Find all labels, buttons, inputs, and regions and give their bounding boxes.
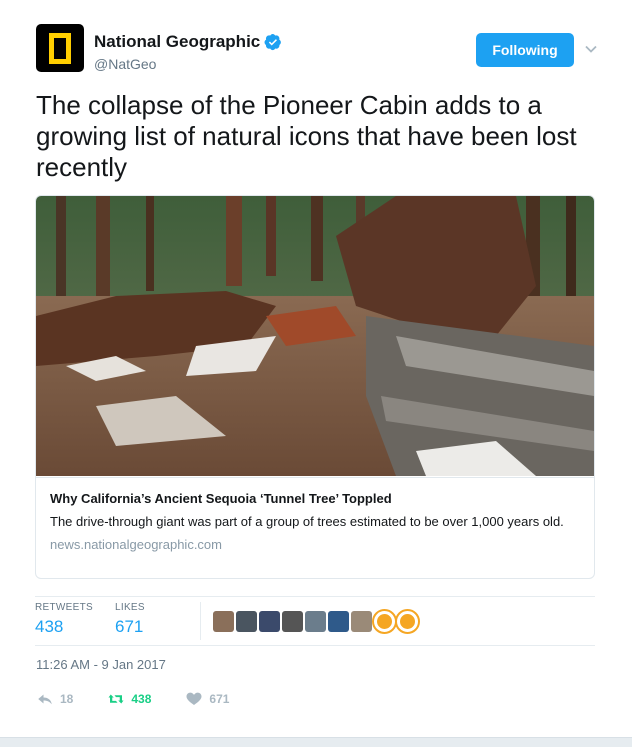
retweet-button[interactable]: 438: [107, 690, 151, 708]
author-name[interactable]: National Geographic: [94, 32, 260, 52]
reply-count: 18: [60, 692, 74, 706]
like-count: 671: [209, 692, 230, 706]
retweets-stat[interactable]: RETWEETS 438: [35, 602, 93, 637]
chevron-down-icon[interactable]: [584, 42, 598, 56]
divider: [35, 596, 595, 597]
retweets-value: 438: [35, 617, 64, 636]
tweet-actions: 18 438 671: [36, 688, 263, 710]
avatar[interactable]: [36, 24, 84, 72]
retweet-icon: [108, 694, 124, 704]
reply-icon: [38, 694, 52, 705]
divider: [35, 645, 595, 646]
liker-avatars: [200, 602, 420, 640]
like-button[interactable]: 671: [185, 690, 229, 708]
card-domain[interactable]: news.nationalgeographic.com: [50, 537, 580, 552]
tweet-stats: RETWEETS 438 LIKES 671: [35, 602, 595, 640]
verified-badge-icon: [264, 33, 282, 51]
liker-avatar[interactable]: [282, 610, 303, 632]
card-body[interactable]: Why California’s Ancient Sequoia ‘Tunnel…: [36, 477, 594, 578]
liker-avatar[interactable]: [305, 610, 326, 632]
heart-icon: [186, 692, 202, 705]
likes-value: 671: [115, 617, 144, 636]
liker-avatar[interactable]: [213, 610, 234, 632]
author-handle[interactable]: @NatGeo: [94, 56, 156, 72]
following-button[interactable]: Following: [476, 33, 574, 67]
likes-stat[interactable]: LIKES 671: [115, 602, 145, 637]
reply-button[interactable]: 18: [36, 690, 73, 708]
liker-avatar[interactable]: [395, 608, 420, 634]
retweets-label: RETWEETS: [35, 602, 93, 613]
retweet-count: 438: [131, 692, 152, 706]
tweet-header: National Geographic @NatGeo Following: [36, 24, 602, 76]
liker-avatar[interactable]: [236, 610, 257, 632]
liker-avatar[interactable]: [351, 610, 372, 632]
likes-label: LIKES: [115, 602, 145, 613]
card-title[interactable]: Why California’s Ancient Sequoia ‘Tunnel…: [50, 490, 580, 507]
card-description: The drive-through giant was part of a gr…: [50, 514, 564, 529]
bottom-bar: [0, 737, 632, 747]
card-photo[interactable]: [36, 196, 594, 476]
tweet-timestamp[interactable]: 11:26 AM - 9 Jan 2017: [36, 657, 166, 672]
tweet-text: The collapse of the Pioneer Cabin adds t…: [36, 90, 577, 182]
liker-avatar[interactable]: [259, 610, 280, 632]
liker-avatar[interactable]: [372, 608, 397, 634]
nat-geo-logo-icon: [49, 33, 71, 64]
name-row: National Geographic: [94, 32, 282, 52]
liker-avatar[interactable]: [328, 610, 349, 632]
link-card[interactable]: Why California’s Ancient Sequoia ‘Tunnel…: [35, 195, 595, 579]
